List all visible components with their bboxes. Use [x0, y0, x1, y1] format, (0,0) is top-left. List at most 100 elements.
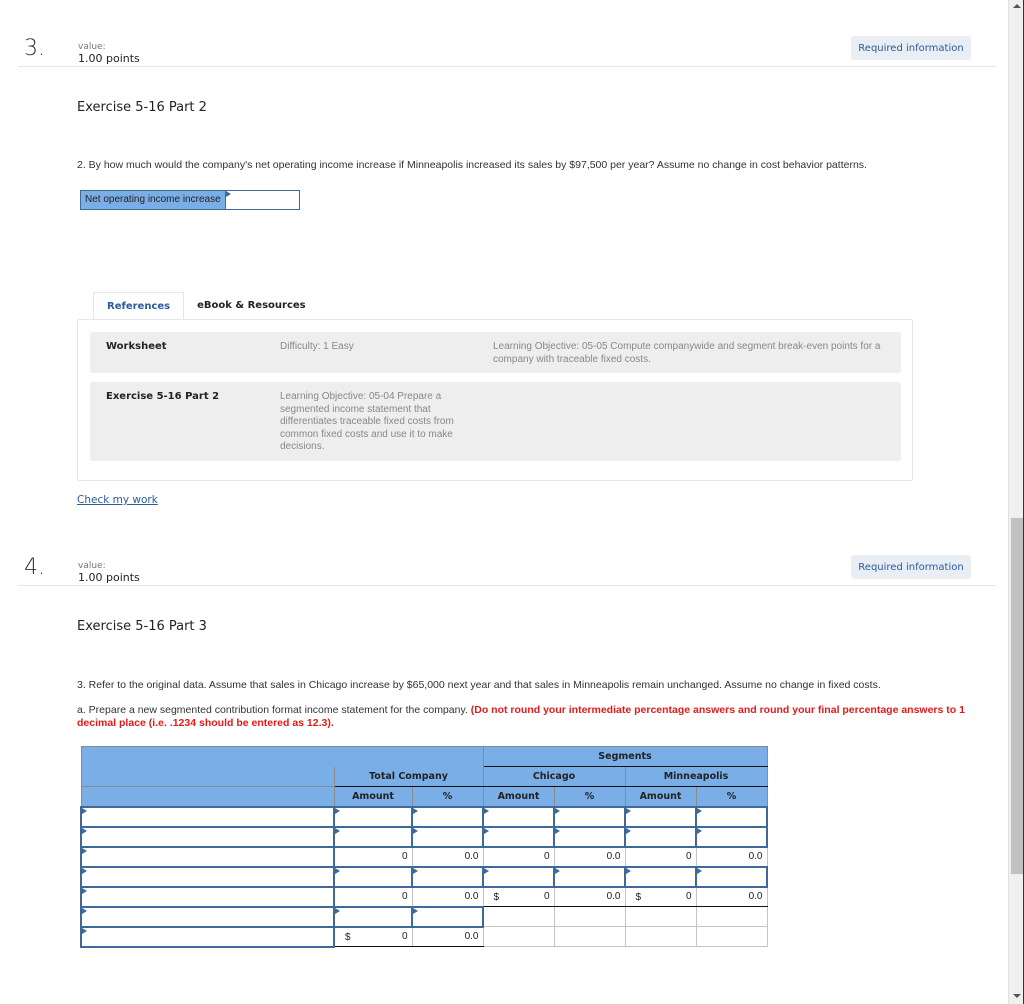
scrollbar-thumb[interactable] — [1011, 518, 1023, 874]
required-information-button[interactable]: Required information — [851, 36, 971, 60]
line-item-label-input[interactable] — [80, 865, 335, 888]
segments-header: Segments — [482, 746, 768, 767]
minneapolis-percent-input[interactable] — [695, 825, 768, 848]
divider — [18, 585, 996, 586]
total-amount-input[interactable] — [333, 865, 413, 888]
exercise-title: Exercise 5-16 Part 2 — [77, 100, 207, 115]
input-marker-icon — [555, 827, 560, 834]
total-percent-input[interactable] — [411, 825, 484, 848]
chicago-amount-cell: 0 — [482, 846, 555, 867]
total-percent-cell: 0.0 — [411, 846, 484, 867]
line-item-label-input[interactable] — [80, 925, 335, 948]
required-information-button[interactable]: Required information — [851, 555, 971, 579]
input-marker-icon — [335, 867, 340, 874]
input-marker-icon — [225, 191, 231, 197]
divider — [18, 66, 996, 67]
total-amount-input[interactable] — [333, 825, 413, 848]
reference-row-worksheet: Worksheet Difficulty: 1 Easy Learning Ob… — [90, 332, 901, 373]
minneapolis-amount-cell: 0 — [624, 846, 697, 867]
percent-header: % — [695, 786, 768, 807]
input-marker-icon — [626, 867, 631, 874]
minneapolis-percent-input[interactable] — [695, 865, 768, 888]
total-percent-input[interactable] — [411, 905, 484, 928]
line-item-label-input[interactable] — [80, 805, 335, 828]
chicago-header: Chicago — [482, 766, 626, 787]
chicago-amount-input[interactable] — [482, 825, 555, 848]
minneapolis-amount-input[interactable] — [624, 805, 697, 828]
segmented-income-statement-table: Segments Total Company Chicago Minneapol… — [80, 746, 768, 948]
exercise-title: Exercise 5-16 Part 3 — [77, 619, 207, 634]
chicago-percent-input[interactable] — [553, 805, 626, 828]
chicago-percent-input[interactable] — [553, 825, 626, 848]
table-row: $0 0.0 — [80, 925, 768, 948]
reference-name[interactable]: Worksheet — [106, 341, 167, 352]
net-operating-income-label: Net operating income increase — [81, 191, 225, 209]
input-marker-icon — [82, 847, 87, 854]
input-marker-icon — [413, 807, 418, 814]
cell-value: 0 — [401, 891, 408, 902]
total-amount-input[interactable] — [333, 905, 413, 928]
input-marker-icon — [697, 867, 702, 874]
input-marker-icon — [82, 927, 87, 934]
minneapolis-amount-input[interactable] — [624, 865, 697, 888]
input-marker-icon — [413, 867, 418, 874]
check-my-work-link[interactable]: Check my work — [77, 494, 158, 506]
input-marker-icon — [82, 867, 87, 874]
empty-cell — [695, 906, 768, 927]
minneapolis-percent-cell: 0.0 — [695, 886, 768, 907]
header-blank — [80, 766, 335, 787]
dollar-sign: $ — [493, 891, 500, 903]
percent-header: % — [553, 786, 626, 807]
tab-references[interactable]: References — [93, 292, 185, 321]
line-item-label-input[interactable] — [80, 885, 335, 908]
value-label: value: — [78, 561, 106, 571]
reference-name[interactable]: Exercise 5-16 Part 2 — [106, 391, 219, 402]
cell-value: 0.0 — [748, 891, 763, 903]
question-number: 4. — [24, 555, 45, 580]
total-percent-input[interactable] — [411, 865, 484, 888]
input-marker-icon — [82, 807, 87, 814]
total-percent-input[interactable] — [411, 805, 484, 828]
vertical-scrollbar[interactable] — [1008, 0, 1024, 1004]
empty-cell — [624, 906, 697, 927]
amount-header: Amount — [482, 786, 555, 807]
total-amount-input[interactable] — [333, 805, 413, 828]
line-item-label-input[interactable] — [80, 905, 335, 928]
minneapolis-percent-input[interactable] — [695, 805, 768, 828]
question-text: 3. Refer to the original data. Assume th… — [77, 679, 881, 691]
chicago-percent-input[interactable] — [553, 865, 626, 888]
table-row — [80, 805, 768, 828]
scroll-down-arrow-icon[interactable] — [1013, 994, 1021, 998]
input-marker-icon — [484, 827, 489, 834]
minneapolis-amount-input[interactable] — [624, 825, 697, 848]
input-marker-icon — [335, 827, 340, 834]
minneapolis-amount-cell: $0 — [624, 886, 697, 907]
table-row — [80, 825, 768, 848]
empty-cell — [553, 906, 626, 927]
header-blank — [80, 786, 335, 807]
input-marker-icon — [555, 807, 560, 814]
total-company-header: Total Company — [333, 766, 484, 787]
input-marker-icon — [82, 907, 87, 914]
chicago-amount-input[interactable] — [482, 805, 555, 828]
net-operating-income-input[interactable] — [224, 191, 299, 209]
input-marker-icon — [82, 887, 87, 894]
chicago-amount-input[interactable] — [482, 865, 555, 888]
points-value: 1.00 points — [78, 571, 140, 584]
line-item-label-input[interactable] — [80, 825, 335, 848]
tab-ebook-resources[interactable]: eBook & Resources — [184, 292, 319, 321]
reference-row-exercise: Exercise 5-16 Part 2 Learning Objective:… — [90, 382, 901, 461]
instruction-text: a. Prepare a new segmented contribution … — [77, 704, 967, 730]
scroll-up-arrow-icon[interactable] — [1013, 4, 1021, 8]
references-panel: Worksheet Difficulty: 1 Easy Learning Ob… — [77, 319, 913, 481]
empty-cell — [695, 926, 768, 947]
cell-value: 0.0 — [464, 891, 479, 902]
cell-value: 0.0 — [464, 851, 479, 862]
chicago-percent-cell: 0.0 — [553, 846, 626, 867]
cell-value: 0 — [543, 891, 550, 903]
question-text: 2. By how much would the company's net o… — [77, 159, 867, 171]
input-marker-icon — [626, 827, 631, 834]
line-item-label-input[interactable] — [80, 845, 335, 868]
percent-header: % — [411, 786, 484, 807]
input-marker-icon — [484, 807, 489, 814]
